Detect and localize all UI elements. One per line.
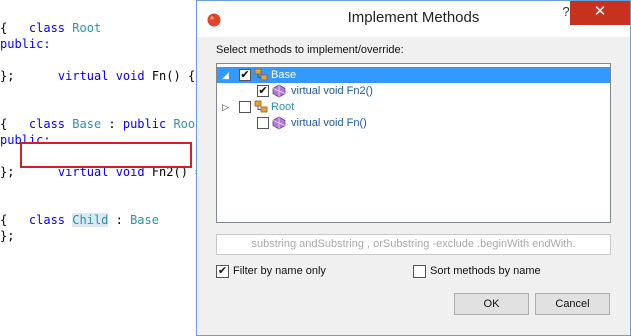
keyword: class: [28, 21, 73, 35]
keyword: class: [28, 117, 73, 131]
section-label: Select methods to implement/override:: [216, 44, 404, 56]
keyword: public: [122, 117, 174, 131]
checkbox-label: Sort methods by name: [430, 265, 541, 277]
keyword: virtual void: [57, 69, 152, 83]
base-checkbox[interactable]: ✔: [239, 69, 251, 81]
cancel-button[interactable]: Cancel: [535, 293, 610, 315]
class-name: Base: [130, 213, 159, 227]
fn-checkbox[interactable]: [257, 117, 269, 129]
keyword: class: [28, 213, 73, 227]
code-line: virtual void Fn() {}: [29, 52, 203, 83]
root-checkbox[interactable]: [239, 101, 251, 113]
code-text: :: [101, 117, 123, 131]
code-line: {: [0, 117, 8, 131]
class-icon: [254, 100, 268, 113]
code-text: Fn() {}: [151, 69, 203, 83]
code-editor[interactable]: class Root { public: virtual void Fn() {…: [0, 0, 224, 336]
code-line: };: [0, 165, 15, 179]
fn2-checkbox[interactable]: ✔: [257, 85, 269, 97]
method-icon: [272, 116, 286, 130]
tree-label-fn2: virtual void Fn2(): [291, 85, 373, 97]
code-line: {: [0, 21, 8, 35]
code-line: {: [0, 213, 8, 227]
ok-button[interactable]: OK: [454, 293, 529, 315]
tree-row-base[interactable]: ◢ ✔ Base: [217, 67, 610, 83]
class-name-child[interactable]: Child: [72, 213, 109, 227]
methods-tree[interactable]: ◢ ✔ Base ✔ virtual void Fn2() ▷ Root vir…: [216, 63, 611, 223]
implement-methods-dialog: Implement Methods ? ✕ Select methods to …: [196, 0, 631, 336]
highlight-box: [20, 142, 192, 168]
tree-label-root: Root: [271, 101, 295, 113]
tree-row-root[interactable]: ▷ Root: [217, 99, 610, 115]
code-line: class Root: [0, 4, 101, 35]
method-icon: [272, 84, 286, 98]
code-text: :: [108, 213, 131, 227]
checkbox-label: Filter by name only: [233, 265, 326, 277]
tree-row-root-fn[interactable]: virtual void Fn(): [217, 115, 610, 131]
code-line: };: [0, 229, 15, 243]
tree-label-fn: virtual void Fn(): [291, 117, 367, 129]
code-line: };: [0, 69, 15, 83]
code-line: class Child : Base: [0, 196, 159, 227]
collapsed-icon[interactable]: ▷: [222, 99, 232, 115]
close-button[interactable]: ✕: [570, 1, 630, 25]
code-line: class Base : public Root: [0, 100, 202, 131]
filter-input[interactable]: substring andSubstring , orSubstring -ex…: [216, 234, 611, 255]
class-name: Base: [72, 117, 102, 131]
expanded-icon[interactable]: ◢: [222, 67, 232, 83]
tree-label-base: Base: [271, 69, 297, 81]
checkbox-box[interactable]: ✔: [216, 265, 229, 278]
tree-row-base-fn2[interactable]: ✔ virtual void Fn2(): [217, 83, 610, 99]
class-icon: [254, 68, 268, 81]
checkbox-box[interactable]: [413, 265, 426, 278]
code-line: public:: [0, 37, 51, 51]
class-name: Root: [72, 21, 102, 35]
title-bar[interactable]: Implement Methods ? ✕: [197, 1, 630, 37]
